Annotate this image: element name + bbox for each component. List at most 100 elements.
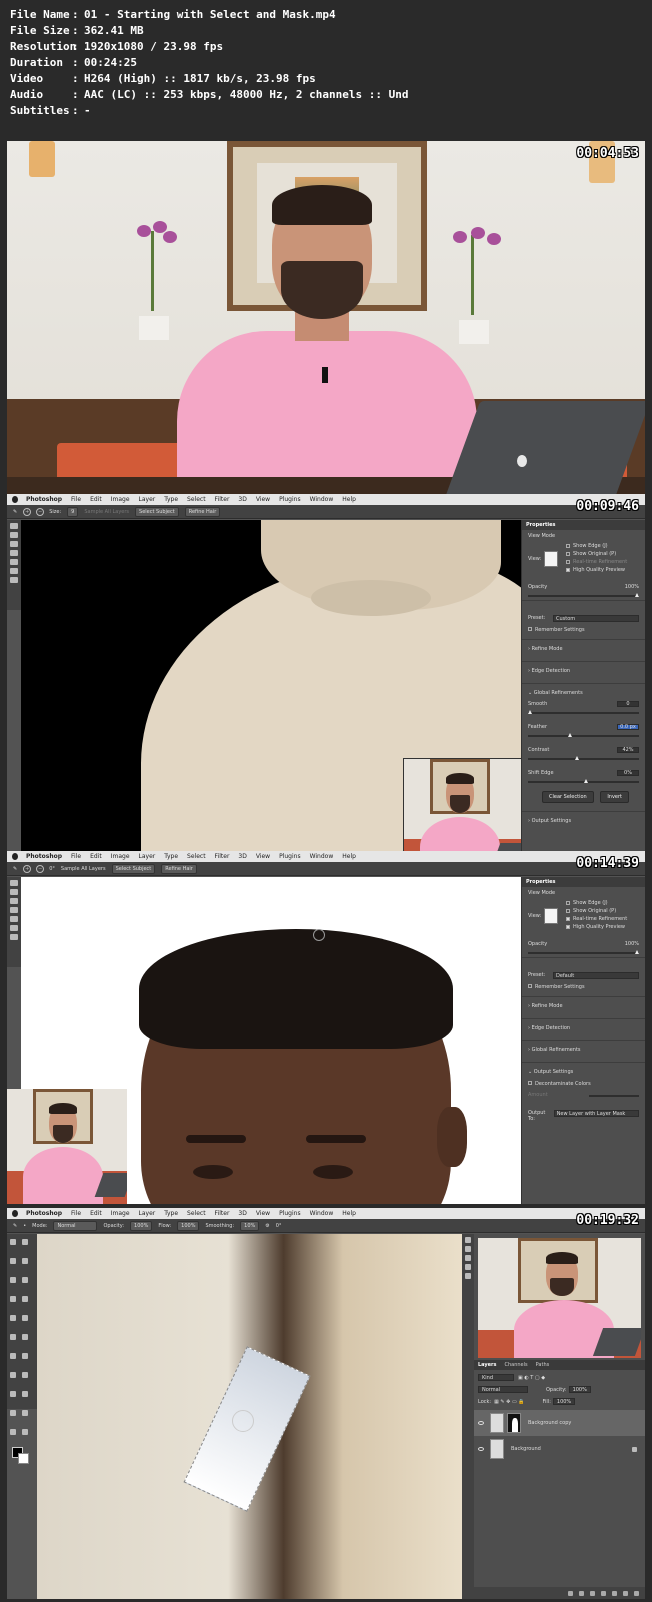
smooth-slider[interactable] bbox=[528, 710, 639, 714]
show-edge-checkbox[interactable]: Show Edge (J) bbox=[522, 542, 645, 550]
opacity-field[interactable]: 100% bbox=[568, 1386, 591, 1393]
document-canvas[interactable] bbox=[21, 520, 521, 853]
menu-3d[interactable]: 3D bbox=[238, 496, 246, 503]
contrast-slider[interactable] bbox=[528, 756, 639, 760]
menu-image[interactable]: Image bbox=[111, 496, 130, 503]
lasso-tool-icon[interactable] bbox=[10, 1258, 16, 1264]
invert-button[interactable]: Invert bbox=[600, 791, 630, 803]
hand-tool-icon[interactable] bbox=[22, 1410, 28, 1416]
move-tool-icon[interactable] bbox=[10, 1239, 16, 1245]
filter-icons[interactable]: ▣ ◐ T ▢ ◆ bbox=[518, 1375, 545, 1381]
gradient-tool-icon[interactable] bbox=[10, 1353, 16, 1359]
link-layers-icon[interactable] bbox=[568, 1590, 573, 1596]
output-settings-section[interactable]: › Output Settings bbox=[522, 815, 645, 827]
menu-type[interactable]: Type bbox=[164, 496, 178, 503]
dodge-tool-icon[interactable] bbox=[10, 1372, 16, 1378]
add-icon[interactable]: + bbox=[23, 507, 32, 516]
blend-mode-select[interactable]: Normal bbox=[478, 1386, 528, 1393]
new-layer-icon[interactable] bbox=[623, 1590, 628, 1596]
menu-plugins[interactable]: Plugins bbox=[279, 496, 301, 503]
feather-slider[interactable] bbox=[528, 733, 639, 737]
angle-field[interactable]: 0° bbox=[276, 1223, 282, 1229]
gear-icon[interactable]: ⚙ bbox=[265, 1223, 269, 1229]
menu-app-name[interactable]: Photoshop bbox=[26, 496, 62, 503]
menu-app-name[interactable]: Photoshop bbox=[26, 853, 62, 860]
decontaminate-colors-checkbox[interactable]: Decontaminate Colors bbox=[522, 1078, 645, 1090]
view-mode-heading[interactable]: View Mode bbox=[522, 530, 645, 542]
high-quality-preview-checkbox[interactable]: High Quality Preview bbox=[522, 923, 645, 931]
select-subject-button[interactable]: Select Subject bbox=[135, 506, 179, 517]
eraser-tool-icon[interactable] bbox=[22, 1334, 28, 1340]
opacity-value[interactable]: 100% bbox=[625, 941, 639, 947]
quick-selection-tool-icon[interactable] bbox=[10, 880, 18, 886]
fx-icon[interactable] bbox=[579, 1590, 584, 1596]
menu-window[interactable]: Window bbox=[310, 853, 334, 860]
color-swatches[interactable] bbox=[7, 1447, 37, 1469]
add-mask-icon[interactable] bbox=[590, 1590, 595, 1596]
hand-tool-icon[interactable] bbox=[10, 925, 18, 931]
menu-file[interactable]: File bbox=[71, 853, 81, 860]
menu-layer[interactable]: Layer bbox=[139, 853, 156, 860]
brush-tool-icon[interactable]: ✎ bbox=[13, 1223, 17, 1229]
menu-app-name[interactable]: Photoshop bbox=[26, 1210, 62, 1217]
select-subject-button[interactable]: Select Subject bbox=[111, 863, 156, 874]
layer-row[interactable]: Background bbox=[474, 1436, 645, 1462]
tab-channels[interactable]: Channels bbox=[505, 1362, 528, 1368]
smoothing-field[interactable]: 10% bbox=[240, 1220, 260, 1231]
menu-image[interactable]: Image bbox=[111, 1210, 130, 1217]
clear-selection-button[interactable]: Clear Selection bbox=[542, 791, 594, 803]
eyedropper-tool-icon[interactable] bbox=[10, 1296, 16, 1302]
view-thumbnail[interactable] bbox=[544, 908, 558, 924]
fill-field[interactable]: 100% bbox=[552, 1398, 576, 1405]
brush-preset-icon[interactable]: • bbox=[23, 1223, 26, 1229]
kind-filter-select[interactable]: Kind bbox=[478, 1374, 514, 1381]
crop-tool-icon[interactable] bbox=[10, 1277, 16, 1283]
menu-file[interactable]: File bbox=[71, 496, 81, 503]
remember-settings-checkbox[interactable]: Remember Settings bbox=[522, 981, 645, 993]
view-thumbnail[interactable] bbox=[544, 551, 558, 567]
smooth-field[interactable]: 0 bbox=[617, 701, 639, 707]
trash-icon[interactable] bbox=[634, 1590, 639, 1596]
brush-tool-icon[interactable]: ✎ bbox=[13, 866, 17, 872]
properties-tab[interactable]: Properties bbox=[522, 520, 645, 530]
output-to-select[interactable]: New Layer with Layer Mask bbox=[553, 1110, 639, 1117]
sample-all-layers[interactable]: Sample All Layers bbox=[84, 509, 129, 515]
menu-image[interactable]: Image bbox=[111, 853, 130, 860]
new-group-icon[interactable] bbox=[612, 1590, 617, 1596]
more-tools-icon[interactable] bbox=[22, 1429, 28, 1435]
opacity-value[interactable]: 100% bbox=[625, 584, 639, 590]
stamp-tool-icon[interactable] bbox=[22, 1315, 28, 1321]
menu-edit[interactable]: Edit bbox=[90, 496, 102, 503]
flow-field[interactable]: 100% bbox=[177, 1220, 200, 1231]
subtract-icon[interactable]: − bbox=[36, 507, 45, 516]
adjustment-layer-icon[interactable] bbox=[601, 1590, 606, 1596]
opacity-field[interactable]: 100% bbox=[130, 1220, 153, 1231]
frame-tool-icon[interactable] bbox=[22, 1277, 28, 1283]
mode-select[interactable]: Normal bbox=[53, 1220, 98, 1231]
amount-slider[interactable] bbox=[589, 1095, 639, 1097]
menu-help[interactable]: Help bbox=[342, 496, 356, 503]
blur-tool-icon[interactable] bbox=[22, 1353, 28, 1359]
menu-type[interactable]: Type bbox=[164, 1210, 178, 1217]
adjustments-panel-icon[interactable] bbox=[465, 1255, 471, 1261]
menu-plugins[interactable]: Plugins bbox=[279, 1210, 301, 1217]
quick-selection-tool-icon[interactable] bbox=[10, 523, 18, 529]
menu-view[interactable]: View bbox=[256, 496, 270, 503]
edge-detection-section[interactable]: › Edge Detection bbox=[522, 1022, 645, 1034]
subtract-icon[interactable]: − bbox=[36, 864, 45, 873]
apple-menu-icon[interactable] bbox=[12, 1210, 18, 1217]
shape-tool-icon[interactable] bbox=[10, 1410, 16, 1416]
object-selection-icon[interactable] bbox=[10, 550, 18, 556]
healing-tool-icon[interactable] bbox=[22, 1296, 28, 1302]
quick-selection-tool-icon[interactable] bbox=[22, 1258, 28, 1264]
global-refinements-section[interactable]: ⌄ Global Refinements bbox=[522, 687, 645, 699]
path-select-icon[interactable] bbox=[22, 1391, 28, 1397]
object-selection-icon[interactable] bbox=[10, 907, 18, 913]
refine-mode-section[interactable]: › Refine Mode bbox=[522, 643, 645, 655]
document-canvas[interactable] bbox=[37, 1234, 462, 1599]
high-quality-preview-checkbox[interactable]: High Quality Preview bbox=[522, 566, 645, 574]
zoom-tool-icon[interactable] bbox=[10, 577, 18, 583]
menu-filter[interactable]: Filter bbox=[215, 853, 230, 860]
sample-all-layers[interactable]: Sample All Layers bbox=[61, 866, 106, 872]
edge-detection-section[interactable]: › Edge Detection bbox=[522, 665, 645, 677]
